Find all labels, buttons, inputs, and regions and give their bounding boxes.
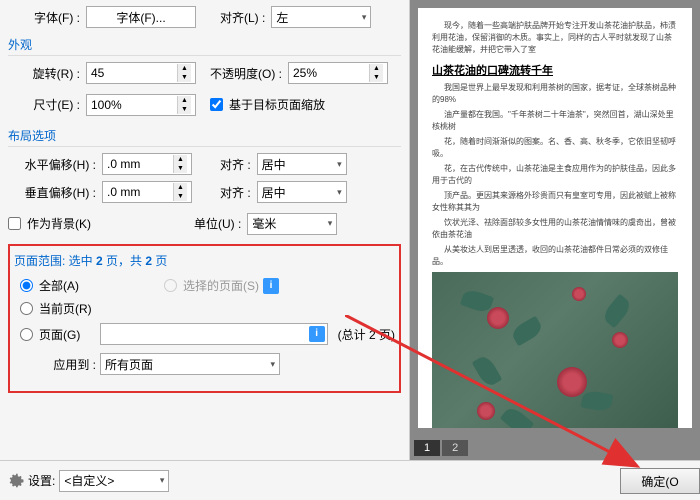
unit-label: 单位(U) : — [194, 215, 241, 232]
radio-all[interactable] — [20, 279, 33, 292]
preview-image — [432, 272, 678, 428]
spin-down-icon[interactable]: ▼ — [177, 73, 191, 82]
gear-icon[interactable] — [8, 473, 24, 489]
apply-label: 应用到 : — [20, 356, 96, 373]
voffset-label: 垂直偏移(H) : — [8, 184, 96, 201]
spin-up-icon[interactable]: ▲ — [177, 64, 191, 73]
page-tab-1[interactable]: 1 — [414, 440, 440, 456]
radio-pages[interactable] — [20, 328, 33, 341]
info-icon[interactable]: i — [309, 326, 325, 342]
page-range-box: 页面范围: 选中 2 页，共 2 页 全部(A) 选择的页面(S) i 当前页(… — [8, 244, 401, 393]
opacity-spinner[interactable]: 25% ▲▼ — [288, 62, 388, 84]
rotate-spinner[interactable]: 45 ▲▼ — [86, 62, 196, 84]
opacity-label: 不透明度(O) : — [210, 65, 282, 82]
size-label: 尺寸(E) : — [8, 96, 80, 113]
radio-pages-label: 页面(G) — [39, 326, 80, 343]
unit-combo[interactable]: 毫米▾ — [247, 213, 337, 235]
chevron-down-icon: ▾ — [362, 12, 367, 23]
layout-section-title: 布局选项 — [8, 127, 401, 147]
document-preview: 现今，随着一些高端护肤品牌开始专注开发山茶花油护肤品，柿渍利用花油，保留消御的木… — [418, 8, 692, 428]
settings-combo[interactable]: <自定义>▾ — [59, 470, 169, 492]
hoffset-label: 水平偏移(H) : — [8, 156, 96, 173]
align-top-label: 对齐(L) : — [220, 9, 265, 26]
info-icon[interactable]: i — [263, 278, 279, 294]
apply-combo[interactable]: 所有页面▾ — [100, 353, 280, 375]
align1-label: 对齐 : — [220, 156, 251, 173]
align-top-combo[interactable]: 左▾ — [271, 6, 371, 28]
voffset-spinner[interactable]: .0 mm ▲▼ — [102, 181, 192, 203]
scale-checkbox[interactable] — [210, 98, 223, 111]
scale-checkbox-label: 基于目标页面缩放 — [229, 96, 325, 113]
font-button[interactable]: 字体(F)... — [86, 6, 196, 28]
align1-combo[interactable]: 居中▾ — [257, 153, 347, 175]
radio-selected-label: 选择的页面(S) — [183, 277, 259, 294]
hoffset-spinner[interactable]: .0 mm ▲▼ — [102, 153, 192, 175]
size-spinner[interactable]: 100% ▲▼ — [86, 94, 196, 116]
radio-current[interactable] — [20, 302, 33, 315]
align2-label: 对齐 : — [220, 184, 251, 201]
background-checkbox-label: 作为背景(K) — [27, 215, 91, 232]
radio-current-label: 当前页(R) — [39, 300, 92, 317]
background-checkbox[interactable] — [8, 217, 21, 230]
page-range-summary: 页面范围: 选中 2 页，共 2 页 — [14, 252, 395, 269]
radio-selected — [164, 279, 177, 292]
rotate-label: 旋转(R) : — [8, 65, 80, 82]
appearance-section-title: 外观 — [8, 36, 401, 56]
pages-input[interactable]: i — [100, 323, 328, 345]
total-hint: (总计 2 页) — [338, 326, 395, 343]
radio-all-label: 全部(A) — [39, 277, 79, 294]
ok-button[interactable]: 确定(O — [620, 468, 700, 494]
align2-combo[interactable]: 居中▾ — [257, 181, 347, 203]
font-label: 字体(F) : — [8, 9, 80, 26]
preview-heading-1: 山茶花油的口碑流转千年 — [432, 62, 678, 78]
settings-label: 设置: — [28, 472, 55, 489]
page-tab-2[interactable]: 2 — [442, 440, 468, 456]
